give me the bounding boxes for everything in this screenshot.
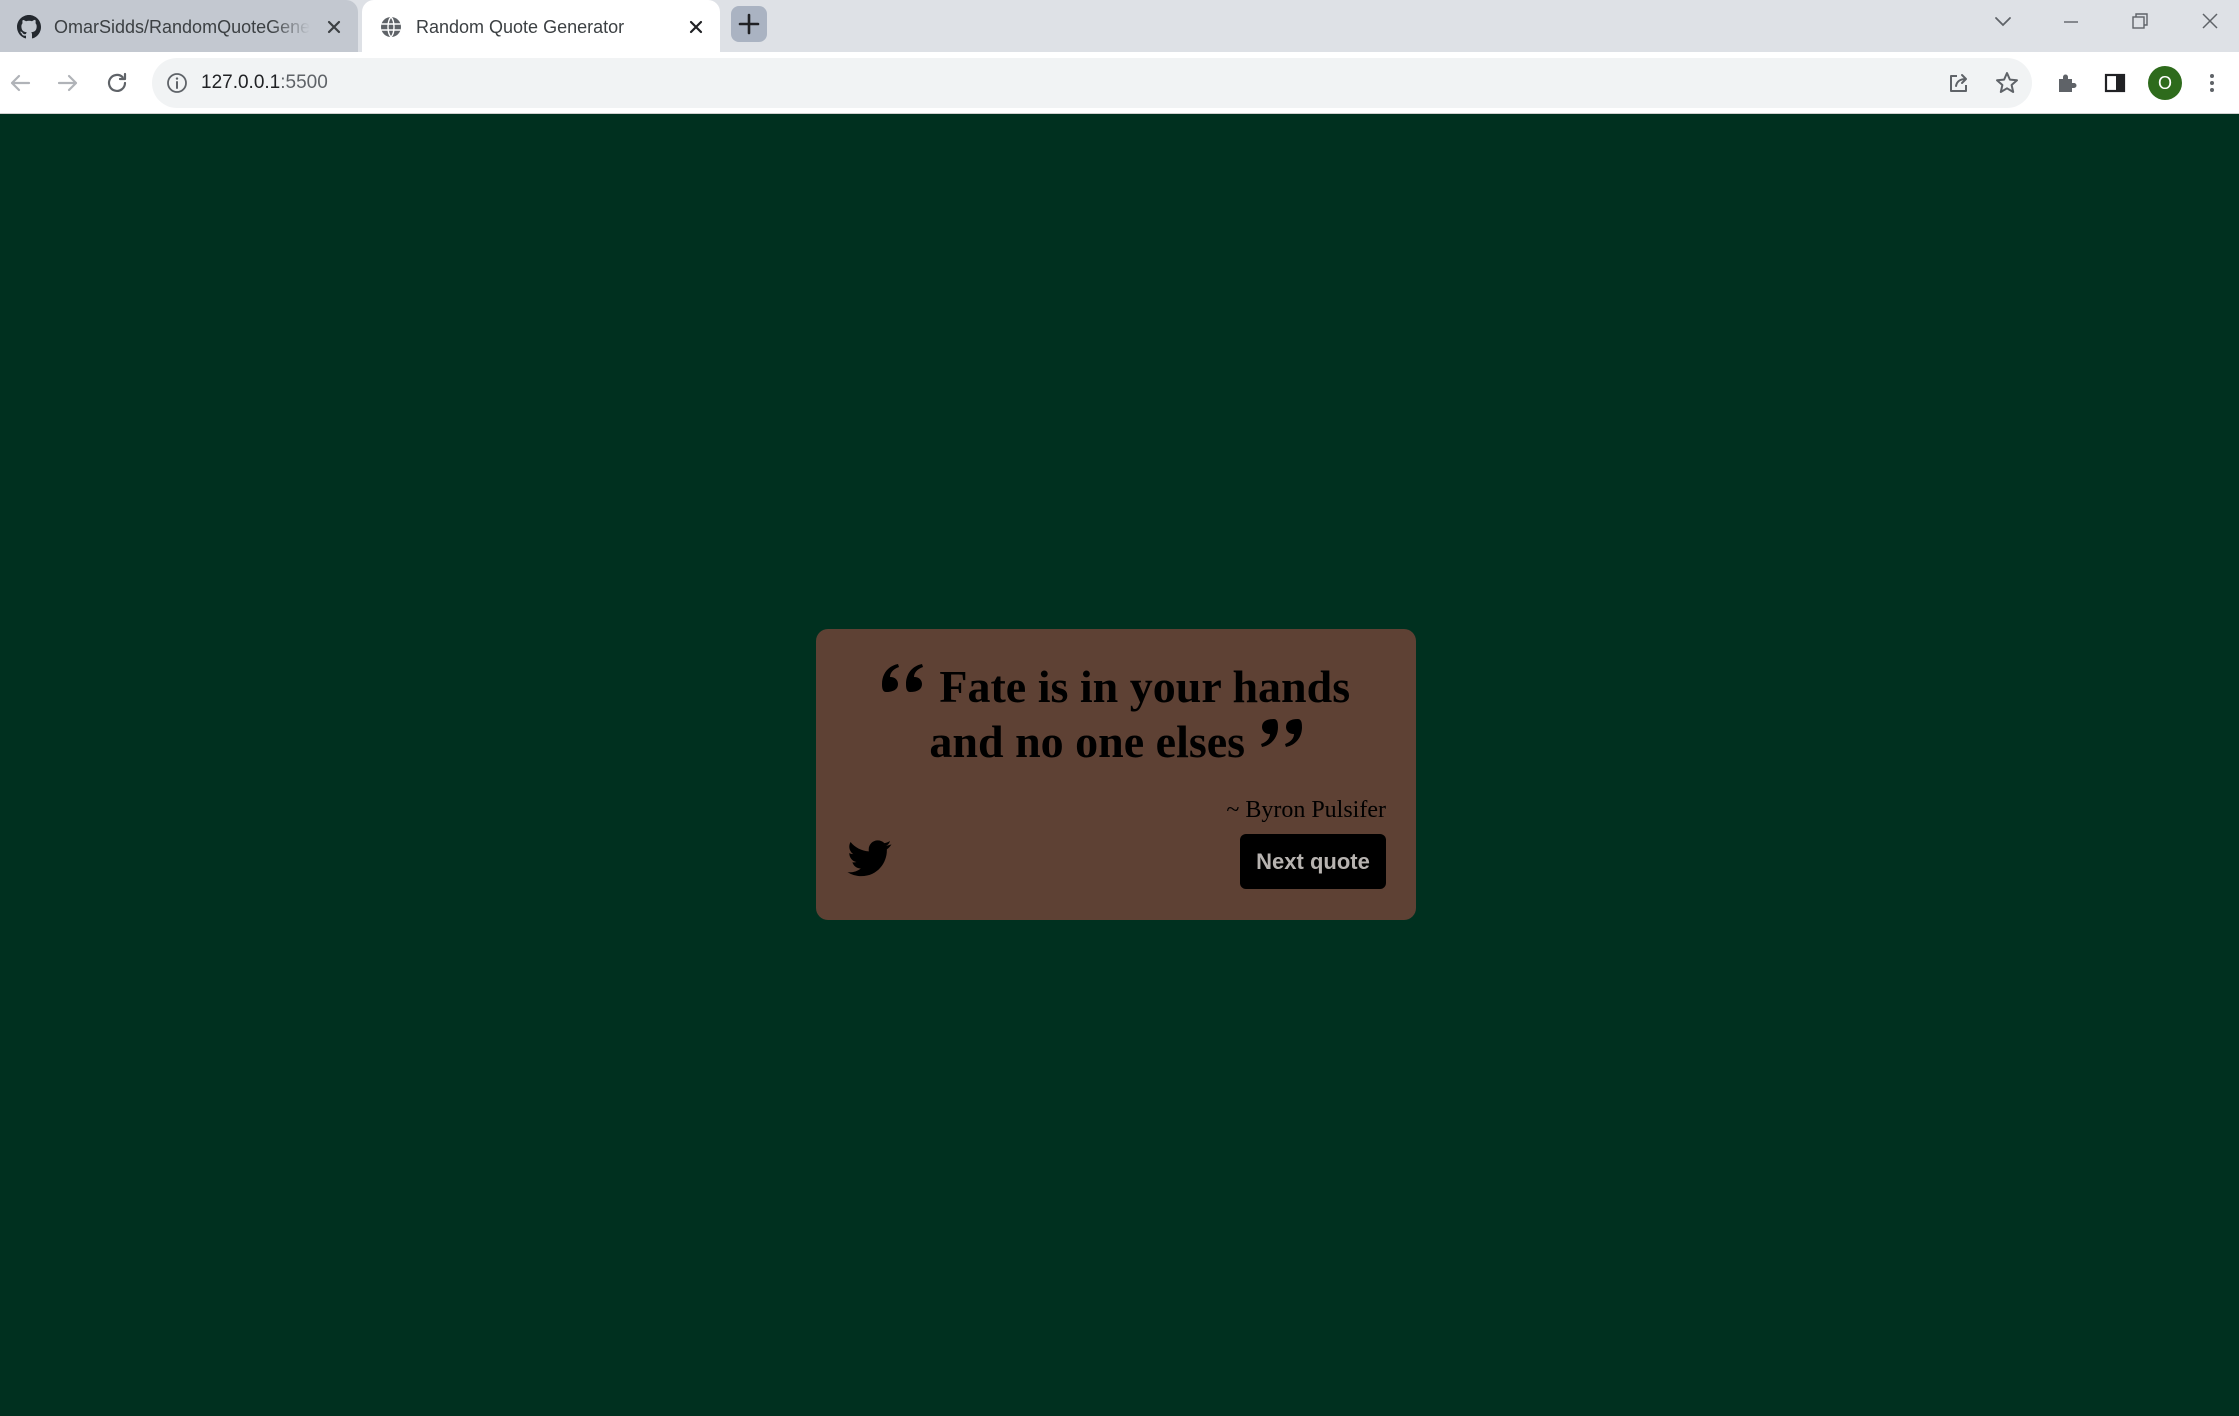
tab-github[interactable]: OmarSidds/RandomQuoteGenerator — [0, 0, 358, 52]
reload-icon[interactable] — [101, 67, 133, 99]
page-content: Fate is in your hands and no one elses ~… — [0, 114, 2239, 1416]
restore-icon[interactable] — [2119, 8, 2159, 36]
tab-strip: OmarSidds/RandomQuoteGenerator Random Qu… — [0, 0, 2239, 52]
side-panel-icon[interactable] — [2099, 67, 2131, 99]
info-icon[interactable] — [165, 71, 189, 95]
forward-arrow-icon[interactable] — [52, 67, 84, 99]
quote-text-block: Fate is in your hands and no one elses — [846, 659, 1386, 769]
close-quote-icon — [1260, 719, 1302, 747]
tab-title: OmarSidds/RandomQuoteGenerator — [54, 17, 310, 37]
share-icon[interactable] — [1946, 70, 1972, 96]
close-window-icon[interactable] — [2190, 8, 2230, 36]
close-icon[interactable] — [322, 15, 346, 39]
back-arrow-icon[interactable] — [4, 67, 36, 99]
twitter-icon[interactable] — [846, 836, 894, 880]
globe-icon — [381, 16, 401, 38]
browser-window: OmarSidds/RandomQuoteGenerator Random Qu… — [0, 0, 2239, 1416]
more-menu-icon[interactable] — [2196, 67, 2228, 99]
url-host: 127.0.0.1 — [201, 72, 281, 93]
url-text: 127.0.0.1:5500 — [201, 71, 328, 95]
next-quote-button[interactable]: Next quote — [1240, 834, 1386, 889]
bookmark-star-icon[interactable] — [1994, 70, 2020, 96]
minimize-icon[interactable] — [2051, 8, 2091, 36]
new-tab-button[interactable] — [731, 6, 767, 42]
profile-avatar[interactable]: O — [2148, 66, 2182, 100]
quote-author: ~ Byron Pulsifer — [1226, 797, 1386, 823]
tab-search-chevron-icon[interactable] — [1983, 8, 2023, 36]
close-icon[interactable] — [684, 15, 708, 39]
github-icon — [17, 15, 41, 39]
quote-card: Fate is in your hands and no one elses ~… — [816, 629, 1416, 920]
quote-text: Fate is in your hands and no one elses — [929, 661, 1351, 767]
tab-title: Random Quote Generator — [416, 17, 625, 37]
address-bar[interactable]: 127.0.0.1:5500 — [152, 58, 2032, 108]
plus-icon — [738, 13, 760, 35]
url-port: :5500 — [280, 72, 328, 93]
tab-random-quote-generator[interactable]: Random Quote Generator — [362, 0, 720, 52]
extensions-puzzle-icon[interactable] — [2051, 67, 2083, 99]
browser-toolbar: 127.0.0.1:5500 O — [0, 52, 2239, 114]
open-quote-icon — [881, 664, 923, 692]
